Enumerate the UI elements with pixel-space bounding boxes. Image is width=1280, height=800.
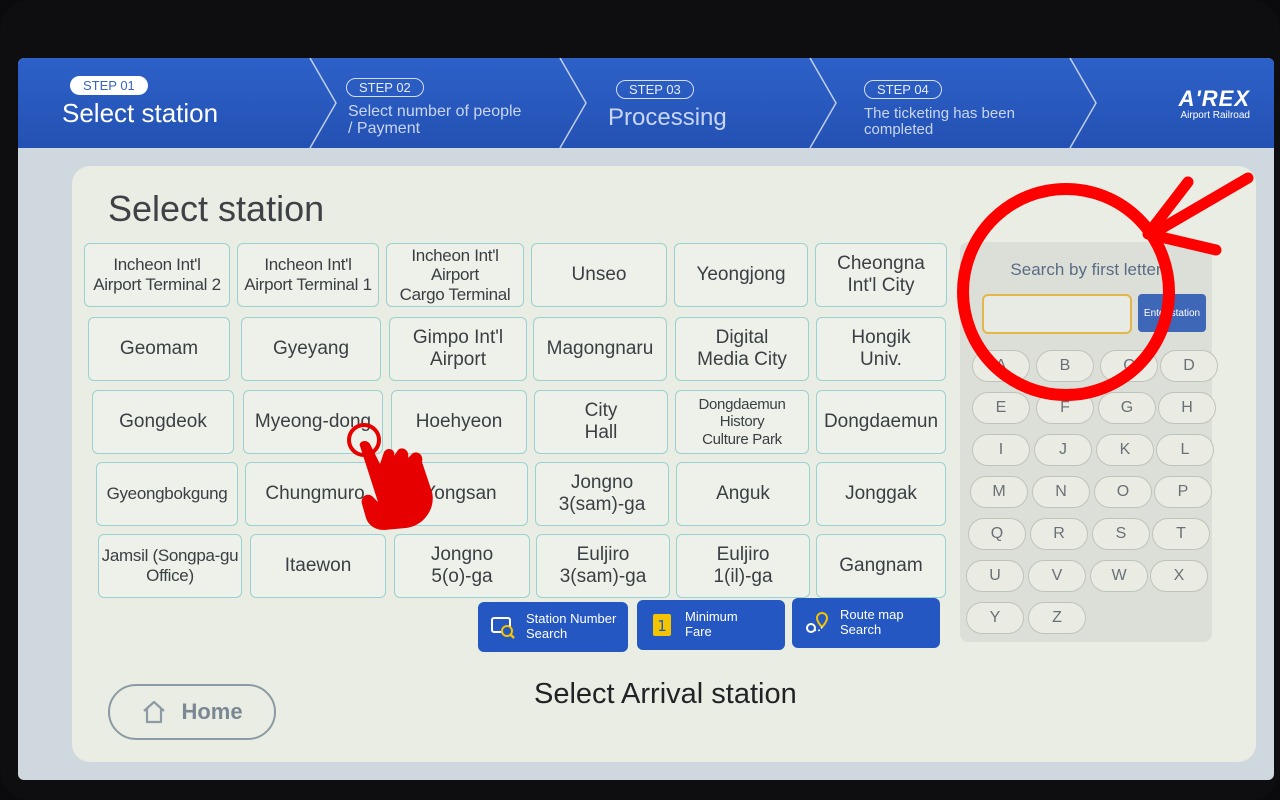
letter-key[interactable]: L — [1156, 434, 1214, 466]
letter-key[interactable]: N — [1032, 476, 1090, 508]
station-button[interactable]: Gyeongbokgung — [96, 462, 238, 526]
route-map-search-button[interactable]: Route map Search — [792, 598, 940, 648]
step-4-title: The ticketing has been completed — [864, 105, 1015, 138]
station-button[interactable]: Hongik Univ. — [816, 317, 946, 381]
page-title: Select station — [108, 188, 325, 229]
letter-key[interactable]: W — [1090, 560, 1148, 592]
home-button[interactable]: Home — [108, 684, 276, 740]
station-button[interactable]: Euljiro 1(il)-ga — [676, 534, 810, 598]
step-1-title: Select station — [62, 98, 219, 128]
letter-key[interactable]: V — [1028, 560, 1086, 592]
station-button[interactable]: Anguk — [676, 462, 810, 526]
letter-key[interactable]: M — [970, 476, 1028, 508]
step-separator-chevron — [559, 58, 587, 148]
pointing-hand-icon — [347, 423, 433, 530]
step-separator-chevron — [1069, 58, 1097, 148]
letter-key[interactable]: S — [1092, 518, 1150, 550]
station-button[interactable]: Jonggak — [816, 462, 946, 526]
step-2-badge: STEP 02 — [346, 78, 424, 97]
home-label: Home — [181, 699, 243, 724]
brand-name: A'REX — [1178, 86, 1250, 111]
station-button[interactable]: Dongdaemun — [816, 390, 946, 454]
station-button[interactable]: Incheon Int'l Airport Cargo Terminal — [386, 243, 524, 307]
minimum-fare-icon: 1 — [653, 614, 671, 636]
step-2-title: Select number of people / Payment — [348, 103, 522, 137]
pointing-arrow-icon — [1142, 172, 1254, 256]
step-separator-chevron — [309, 58, 337, 148]
station-button[interactable]: Gimpo Int'l Airport — [389, 317, 527, 381]
svg-text:1: 1 — [657, 617, 667, 635]
station-button[interactable]: Jamsil (Songpa-gu Office) — [98, 534, 242, 598]
station-button[interactable]: Gongdeok — [92, 390, 234, 454]
letter-key[interactable]: J — [1034, 434, 1092, 466]
station-button[interactable]: Dongdaemun History Culture Park — [675, 390, 809, 454]
station-number-search-icon — [491, 617, 515, 639]
station-button[interactable]: City Hall — [534, 390, 668, 454]
station-button[interactable]: Jongno 3(sam)-ga — [535, 462, 669, 526]
station-number-search-label: Station Number Search — [526, 611, 617, 641]
step-3: STEP 03 Processing — [598, 58, 838, 148]
minimum-fare-label: Minimum Fare — [685, 609, 738, 639]
station-button[interactable]: Euljiro 3(sam)-ga — [536, 534, 670, 598]
route-map-icon — [806, 611, 829, 633]
step-separator-chevron — [809, 58, 837, 148]
brand-subtitle: Airport Railroad — [1180, 110, 1250, 121]
arex-logo: A'REX Airport Railroad — [1179, 86, 1250, 121]
station-button[interactable]: Incheon Int'l Airport Terminal 1 — [237, 243, 379, 307]
letter-key[interactable]: O — [1094, 476, 1152, 508]
step-1-badge: STEP 01 — [70, 76, 148, 95]
letter-key[interactable]: Y — [966, 602, 1024, 634]
kiosk-screen: STEP 01 Select station STEP 02 Select nu… — [18, 58, 1274, 780]
station-button[interactable]: Yeongjong — [674, 243, 808, 307]
letter-key[interactable]: K — [1096, 434, 1154, 466]
minimum-fare-button[interactable]: 1 Minimum Fare — [637, 600, 785, 650]
letter-key[interactable]: Z — [1028, 602, 1086, 634]
letter-key[interactable]: U — [966, 560, 1024, 592]
station-button[interactable]: Digital Media City — [675, 317, 809, 381]
letter-key[interactable]: H — [1158, 392, 1216, 424]
letter-key[interactable]: D — [1160, 350, 1218, 382]
letter-key[interactable]: E — [972, 392, 1030, 424]
letter-key[interactable]: Q — [968, 518, 1026, 550]
station-button[interactable]: Geomam — [88, 317, 230, 381]
letter-key[interactable]: G — [1098, 392, 1156, 424]
step-1: STEP 01 Select station — [18, 58, 318, 148]
station-button[interactable]: Jongno 5(o)-ga — [394, 534, 530, 598]
station-button[interactable]: Magongnaru — [533, 317, 667, 381]
arrival-prompt: Select Arrival station — [534, 678, 797, 710]
step-3-badge: STEP 03 — [616, 80, 694, 99]
letter-key[interactable]: I — [972, 434, 1030, 466]
step-progress-bar: STEP 01 Select station STEP 02 Select nu… — [18, 58, 1274, 148]
step-4-badge: STEP 04 — [864, 80, 942, 99]
route-map-search-label: Route map Search — [840, 607, 904, 637]
step-3-title: Processing — [608, 104, 727, 131]
letter-key[interactable]: P — [1154, 476, 1212, 508]
station-button[interactable]: Cheongna Int'l City — [815, 243, 947, 307]
station-button[interactable]: Itaewon — [250, 534, 386, 598]
letter-key[interactable]: T — [1152, 518, 1210, 550]
station-button[interactable]: Incheon Int'l Airport Terminal 2 — [84, 243, 230, 307]
letter-key[interactable]: R — [1030, 518, 1088, 550]
station-button[interactable]: Gyeyang — [241, 317, 381, 381]
station-button[interactable]: Unseo — [531, 243, 667, 307]
letter-key[interactable]: X — [1150, 560, 1208, 592]
home-icon — [143, 700, 166, 724]
station-number-search-button[interactable]: Station Number Search — [478, 602, 628, 652]
station-button[interactable]: Gangnam — [816, 534, 946, 598]
